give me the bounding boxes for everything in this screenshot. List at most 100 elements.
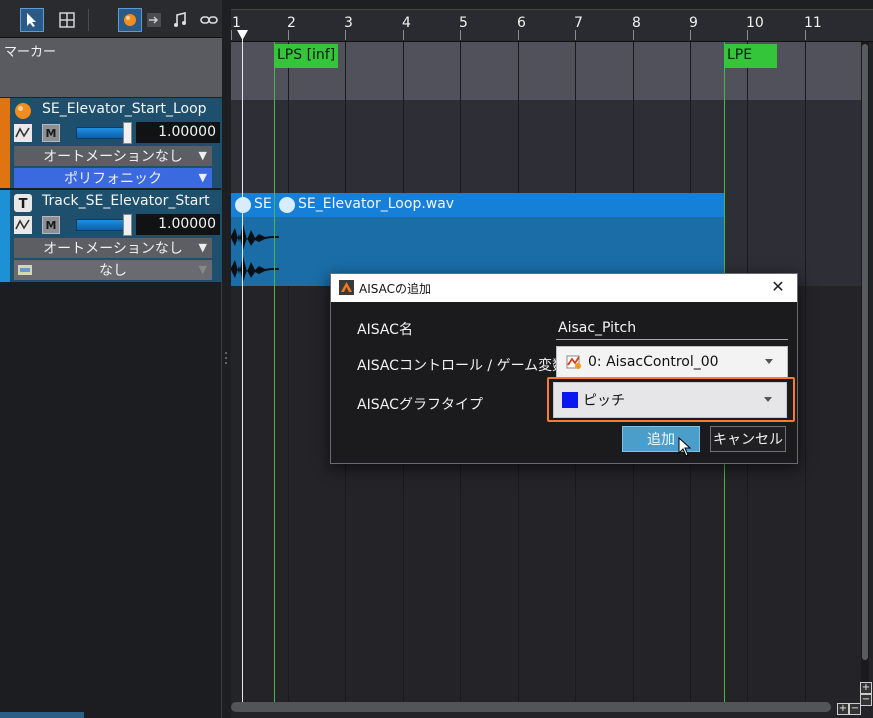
waveform-icon xyxy=(235,197,251,213)
automation-dropdown[interactable]: オートメーションなし ▼ xyxy=(14,146,212,166)
link-button[interactable] xyxy=(197,8,221,32)
volume-slider-handle[interactable] xyxy=(123,122,132,144)
ruler-tick xyxy=(345,30,346,40)
ruler-tick xyxy=(403,30,404,40)
aisac-control-combo[interactable]: 0: AisacControl_00 xyxy=(556,346,788,378)
track-color-bar xyxy=(0,98,10,188)
select-tool-button[interactable] xyxy=(20,8,44,32)
ruler-number: 9 xyxy=(689,15,698,31)
ruler-tick xyxy=(575,30,576,40)
music-note-icon xyxy=(174,12,186,27)
ruler-number: 8 xyxy=(632,15,641,31)
playback-mode-dropdown[interactable]: なし ▼ xyxy=(14,260,212,280)
zoom-out-vertical-icon[interactable]: − xyxy=(860,694,872,706)
mute-button[interactable]: M xyxy=(42,124,60,142)
automation-dropdown-value: オートメーションなし xyxy=(43,149,183,165)
playhead-marker-icon[interactable] xyxy=(237,30,248,40)
volume-value[interactable]: 1.00000 xyxy=(136,122,220,143)
dropdown-arrow-icon: ▼ xyxy=(198,171,207,184)
volume-value[interactable]: 1.00000 xyxy=(136,214,220,235)
app-window: マーカー SE_Elevator_Start_Loop M 1.00000 オー… xyxy=(0,0,873,718)
time-ruler[interactable]: 1 2 3 4 5 6 7 8 9 10 11 xyxy=(231,10,873,42)
close-icon[interactable]: ✕ xyxy=(769,277,787,296)
envelope-icon[interactable] xyxy=(14,216,32,234)
aisac-graph-type-label: AISACグラフタイプ xyxy=(357,397,483,413)
zoom-out-horizontal-icon[interactable]: − xyxy=(849,703,861,715)
panel-bottom-tab[interactable] xyxy=(0,712,84,718)
aisac-graph-type-combo[interactable]: ピッチ xyxy=(553,382,787,418)
split-tool-button[interactable] xyxy=(55,8,79,32)
playback-mode-dropdown[interactable]: ポリフォニック ▼ xyxy=(14,168,212,188)
splitter-handle[interactable] xyxy=(224,350,228,364)
loop-end-tag[interactable]: LPE xyxy=(724,44,777,68)
dropdown-arrow-icon: ▼ xyxy=(198,149,207,162)
mouse-cursor-icon xyxy=(678,437,692,457)
ruler-number: 3 xyxy=(344,15,353,31)
zoom-in-vertical-icon[interactable]: + xyxy=(860,682,872,694)
ruler-number: 2 xyxy=(287,15,296,31)
playback-mode-value: なし xyxy=(99,263,127,279)
ruler-tick xyxy=(805,30,806,40)
clip-label-loop: SE_Elevator_Loop.wav xyxy=(298,196,455,212)
playback-mode-value: ポリフォニック xyxy=(64,171,162,187)
track-name: SE_Elevator_Start_Loop xyxy=(42,101,207,117)
toolbar xyxy=(0,0,222,38)
arrow-filter-button[interactable] xyxy=(142,8,166,32)
ruler-number: 6 xyxy=(517,15,526,31)
mute-button[interactable]: M xyxy=(42,216,60,234)
dropdown-arrow-icon: ▼ xyxy=(198,263,207,276)
envelope-icon[interactable] xyxy=(14,124,32,142)
track-lane[interactable] xyxy=(231,100,861,192)
svg-text:T: T xyxy=(19,197,28,212)
cue-filter-button[interactable] xyxy=(118,8,142,32)
waveform-shape xyxy=(231,224,279,282)
volume-slider-handle[interactable] xyxy=(123,214,132,236)
automation-dropdown-value: オートメーションなし xyxy=(43,241,183,257)
music-note-button[interactable] xyxy=(168,8,192,32)
track-color-bar xyxy=(0,190,10,282)
toolbar-separator xyxy=(88,9,89,31)
ruler-number: 11 xyxy=(804,15,822,31)
automation-dropdown[interactable]: オートメーションなし ▼ xyxy=(14,238,212,258)
track-t-icon: T xyxy=(14,194,32,212)
ruler-tick xyxy=(747,30,748,40)
track-se-elevator-start-loop[interactable]: SE_Elevator_Start_Loop M 1.00000 オートメーショ… xyxy=(0,98,222,188)
cursor-icon xyxy=(27,13,36,27)
track-se-elevator-start[interactable]: T Track_SE_Elevator_Start M 1.00000 オートメ… xyxy=(0,190,222,282)
marker-lane-label: マーカー xyxy=(0,38,222,98)
track-list-panel: マーカー SE_Elevator_Start_Loop M 1.00000 オー… xyxy=(0,0,222,718)
ruler-tick xyxy=(633,30,634,40)
vertical-scrollbar-thumb[interactable] xyxy=(862,44,868,660)
ruler-tick xyxy=(460,30,461,40)
dropdown-arrow-icon: ▼ xyxy=(198,241,207,254)
ruler-tick xyxy=(690,30,691,40)
ruler-number: 10 xyxy=(746,15,764,31)
loop-start-tag[interactable]: LPS [inf] xyxy=(274,44,339,68)
waveform-icon xyxy=(279,197,295,213)
zoom-in-horizontal-icon[interactable]: + xyxy=(837,703,849,715)
aisac-name-input[interactable] xyxy=(556,316,788,340)
app-logo-icon xyxy=(339,280,354,295)
scissors-icon xyxy=(59,12,75,28)
aisac-name-label: AISAC名 xyxy=(357,322,413,338)
chevron-down-icon xyxy=(765,359,773,364)
aisac-graph-type-value: ピッチ xyxy=(583,393,625,409)
playhead-line[interactable] xyxy=(242,30,243,702)
aisac-control-icon xyxy=(566,355,581,369)
add-aisac-dialog: AISACの追加 ✕ AISAC名 AISACコントロール / ゲーム変数 0:… xyxy=(330,273,798,464)
dialog-titlebar[interactable]: AISACの追加 ✕ xyxy=(331,274,797,302)
ruler-tick xyxy=(288,30,289,40)
graph-color-swatch xyxy=(562,392,578,408)
loop-start-line[interactable] xyxy=(274,42,275,702)
aisac-control-value: 0: AisacControl_00 xyxy=(588,354,719,370)
cancel-button[interactable]: キャンセル xyxy=(710,426,786,452)
ruler-number: 7 xyxy=(574,15,583,31)
horizontal-scrollbar[interactable] xyxy=(231,702,831,712)
ruler-number: 5 xyxy=(459,15,468,31)
chevron-down-icon xyxy=(764,397,772,402)
grid-line xyxy=(288,42,289,702)
aisac-control-label: AISACコントロール / ゲーム変数 xyxy=(357,358,567,374)
track-name: Track_SE_Elevator_Start xyxy=(42,193,210,209)
ruler-tick xyxy=(231,30,232,40)
clip-label-short: SE xyxy=(254,196,272,212)
